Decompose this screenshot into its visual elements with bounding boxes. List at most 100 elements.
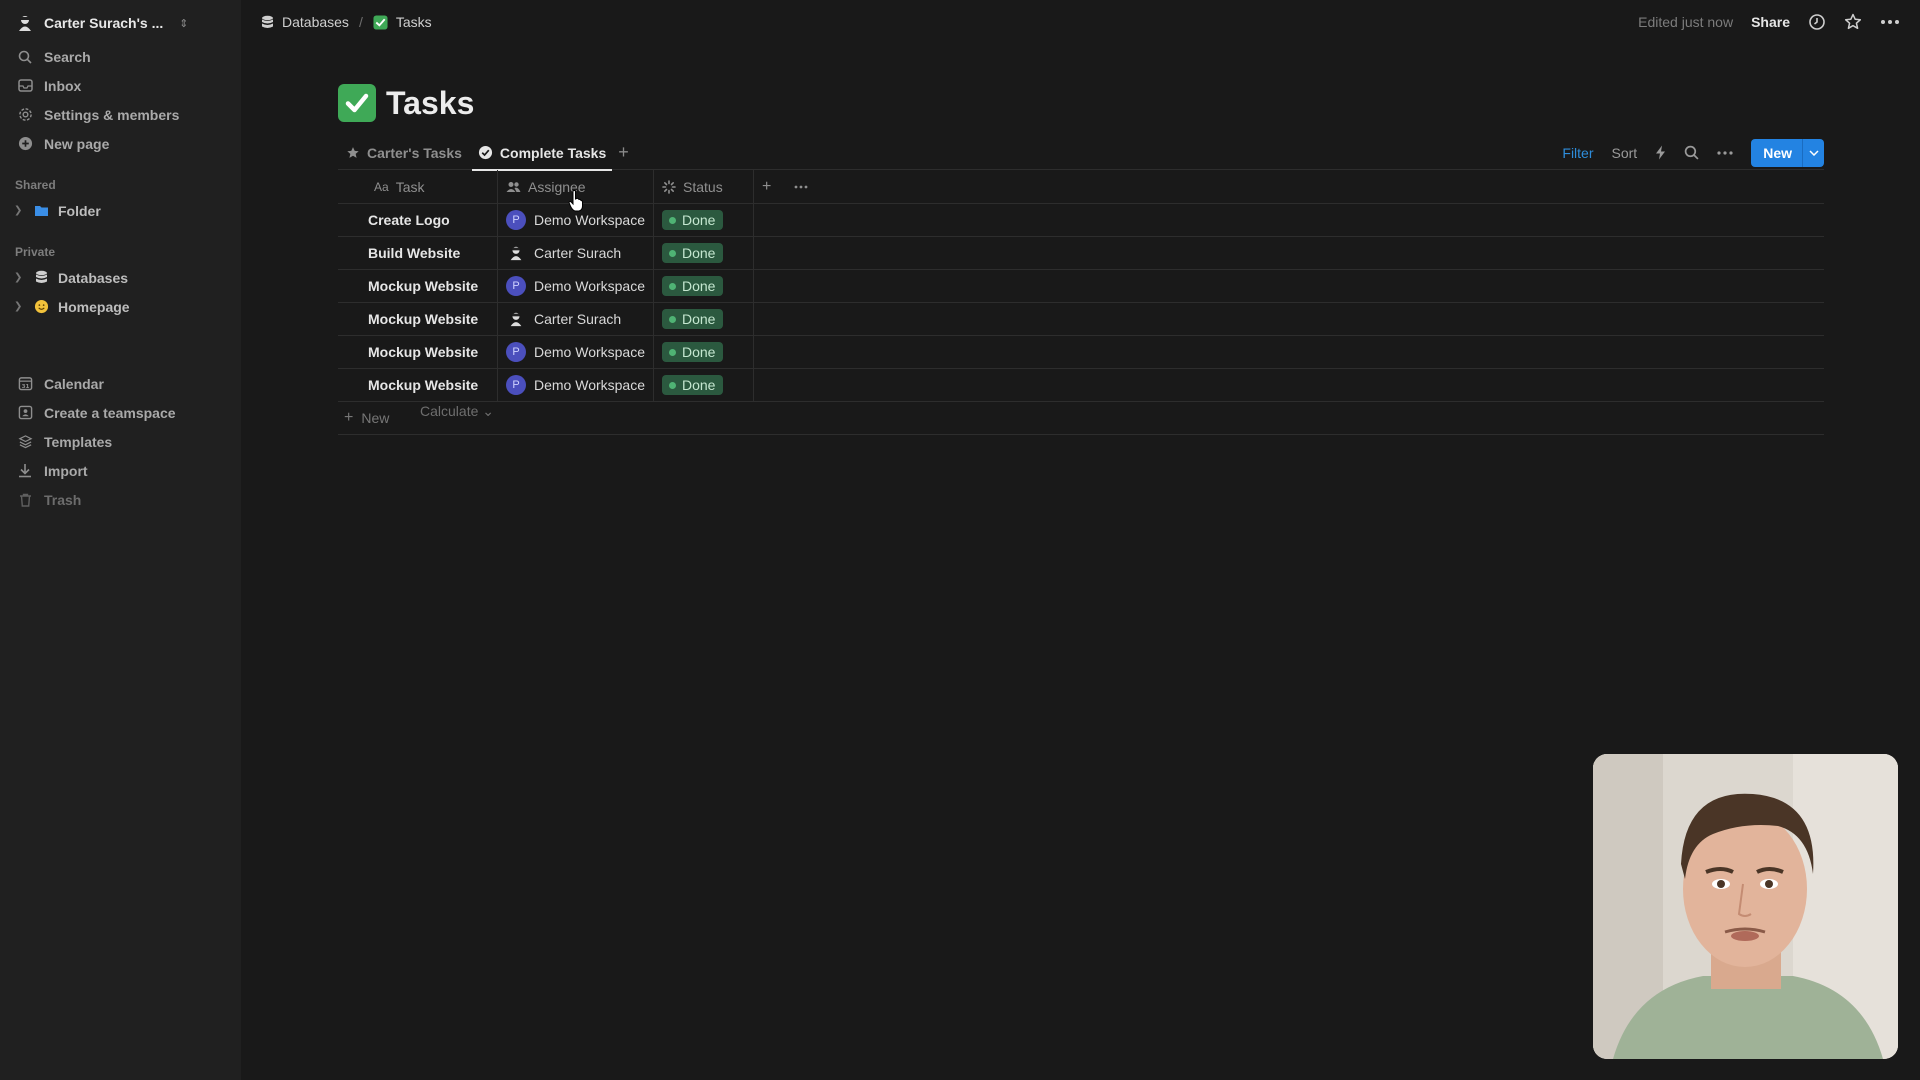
status-badge: Done xyxy=(662,243,724,263)
database-icon xyxy=(261,15,274,30)
task-name-cell[interactable]: Mockup Website xyxy=(338,302,498,336)
sidebar-item-templates[interactable]: Templates xyxy=(0,427,241,456)
sidebar-item-databases[interactable]: ❯ Databases xyxy=(0,263,241,292)
column-header-status[interactable]: Status xyxy=(654,169,754,204)
status-badge: Done xyxy=(662,210,724,230)
assignee-cell[interactable]: P Demo Workspace xyxy=(498,335,654,369)
assignee-cell[interactable]: Carter Surach xyxy=(498,236,654,270)
status-badge: Done xyxy=(662,309,724,329)
calculate-button[interactable]: Calculate ⌄ xyxy=(420,403,494,420)
sidebar: Carter Surach's ... ⇕ Search Inbox Setti… xyxy=(0,0,241,1080)
sidebar-item-folder[interactable]: ❯ Folder xyxy=(0,196,241,225)
user-avatar-icon xyxy=(506,309,526,329)
status-badge: Done xyxy=(662,375,724,395)
inbox-icon xyxy=(16,77,34,95)
share-button[interactable]: Share xyxy=(1751,14,1790,30)
sidebar-item-search[interactable]: Search xyxy=(0,42,241,71)
sidebar-item-import[interactable]: Import xyxy=(0,456,241,485)
status-cell[interactable]: Done xyxy=(654,368,754,402)
calculate-label: Calculate xyxy=(420,403,479,419)
sidebar-item-calendar[interactable]: 31 Calendar xyxy=(0,369,241,398)
tab-complete-tasks[interactable]: Complete Tasks xyxy=(470,136,614,171)
more-icon[interactable] xyxy=(1880,19,1900,25)
history-clock-icon[interactable] xyxy=(1808,13,1826,31)
breadcrumb-label: Databases xyxy=(282,14,349,30)
assignee-name: Demo Workspace xyxy=(534,278,646,294)
database-icon xyxy=(32,269,50,287)
sidebar-item-trash[interactable]: Trash xyxy=(0,485,241,514)
new-button[interactable]: New xyxy=(1751,138,1824,167)
add-property-icon[interactable]: + xyxy=(754,170,786,204)
table-row[interactable]: Mockup Website Carter Surach Done xyxy=(338,302,1824,336)
checkbox-icon xyxy=(373,14,388,30)
checkbox-icon[interactable] xyxy=(338,84,376,122)
chevron-right-icon[interactable]: ❯ xyxy=(14,272,26,283)
status-label: Done xyxy=(682,377,716,393)
workspace-avatar-icon: P xyxy=(506,210,526,230)
task-name-cell[interactable]: Build Website xyxy=(338,236,498,270)
more-icon[interactable] xyxy=(786,170,816,204)
more-icon[interactable] xyxy=(1717,150,1733,155)
sort-button[interactable]: Sort xyxy=(1612,145,1638,161)
table-row[interactable]: Mockup Website P Demo Workspace Done xyxy=(338,368,1824,402)
workspace-switcher[interactable]: Carter Surach's ... ⇕ xyxy=(0,10,241,36)
chevron-right-icon[interactable]: ❯ xyxy=(14,301,26,312)
column-label: Status xyxy=(683,178,723,195)
status-cell[interactable]: Done xyxy=(654,335,754,369)
task-name: Mockup Website xyxy=(368,377,479,393)
tab-label: Complete Tasks xyxy=(499,144,607,161)
chevron-updown-icon[interactable]: ⇕ xyxy=(179,17,188,30)
breadcrumb-tasks[interactable]: Tasks xyxy=(373,14,432,30)
table-row[interactable]: Mockup Website P Demo Workspace Done xyxy=(338,269,1824,303)
status-cell[interactable]: Done xyxy=(654,203,754,237)
tab-carters-tasks[interactable]: Carter's Tasks xyxy=(338,136,470,170)
workspace-avatar-icon: P xyxy=(506,276,526,296)
assignee-person: Carter Surach xyxy=(506,243,621,263)
search-icon[interactable] xyxy=(1684,145,1699,160)
task-name-cell[interactable]: Mockup Website xyxy=(338,368,498,402)
column-header-task[interactable]: Aa Task xyxy=(338,169,498,204)
lightning-icon[interactable] xyxy=(1655,145,1666,160)
assignee-person: P Demo Workspace xyxy=(506,276,645,296)
task-name-cell[interactable]: Create Logo xyxy=(338,203,498,237)
plus-icon: + xyxy=(344,409,354,426)
breadcrumb-databases[interactable]: Databases xyxy=(261,14,349,30)
people-icon xyxy=(506,181,521,193)
workspace-avatar-icon: P xyxy=(506,342,526,362)
status-cell[interactable]: Done xyxy=(654,236,754,270)
sidebar-item-new-page[interactable]: New page xyxy=(0,129,241,158)
sidebar-item-label: Inbox xyxy=(44,77,82,94)
table-row[interactable]: Mockup Website P Demo Workspace Done xyxy=(338,335,1824,369)
status-label: Done xyxy=(682,245,716,261)
table-row[interactable]: Create Logo P Demo Workspace Done xyxy=(338,203,1824,237)
star-icon[interactable] xyxy=(1844,13,1862,31)
sidebar-item-create-teamspace[interactable]: Create a teamspace xyxy=(0,398,241,427)
assignee-cell[interactable]: P Demo Workspace xyxy=(498,368,654,402)
task-name-cell[interactable]: Mockup Website xyxy=(338,269,498,303)
teamspace-icon xyxy=(16,404,34,422)
add-view-icon[interactable]: + xyxy=(618,142,629,163)
status-cell[interactable]: Done xyxy=(654,302,754,336)
folder-icon xyxy=(32,202,50,220)
sidebar-item-inbox[interactable]: Inbox xyxy=(0,71,241,100)
sidebar-item-label: New page xyxy=(44,135,110,152)
assignee-cell[interactable]: P Demo Workspace xyxy=(498,269,654,303)
chevron-down-icon[interactable] xyxy=(1802,138,1824,167)
chevron-right-icon[interactable]: ❯ xyxy=(14,205,26,216)
views-bar: Carter's Tasks Complete Tasks + Filter S… xyxy=(338,136,1824,171)
sidebar-item-homepage[interactable]: ❯ Homepage xyxy=(0,292,241,321)
page-title[interactable]: Tasks xyxy=(386,85,474,122)
status-dot-icon xyxy=(669,249,676,257)
svg-text:31: 31 xyxy=(21,384,29,390)
check-badge-icon xyxy=(478,145,493,160)
status-cell[interactable]: Done xyxy=(654,269,754,303)
sidebar-item-settings[interactable]: Settings & members xyxy=(0,100,241,129)
table-row[interactable]: Build Website Carter Surach Done xyxy=(338,236,1824,270)
filter-button[interactable]: Filter xyxy=(1562,145,1593,161)
task-name: Mockup Website xyxy=(368,278,479,294)
status-dot-icon xyxy=(669,282,676,290)
task-name-cell[interactable]: Mockup Website xyxy=(338,335,498,369)
assignee-cell[interactable]: Carter Surach xyxy=(498,302,654,336)
sidebar-item-label: Create a teamspace xyxy=(44,404,176,421)
add-row-button[interactable]: + New xyxy=(338,402,1824,435)
